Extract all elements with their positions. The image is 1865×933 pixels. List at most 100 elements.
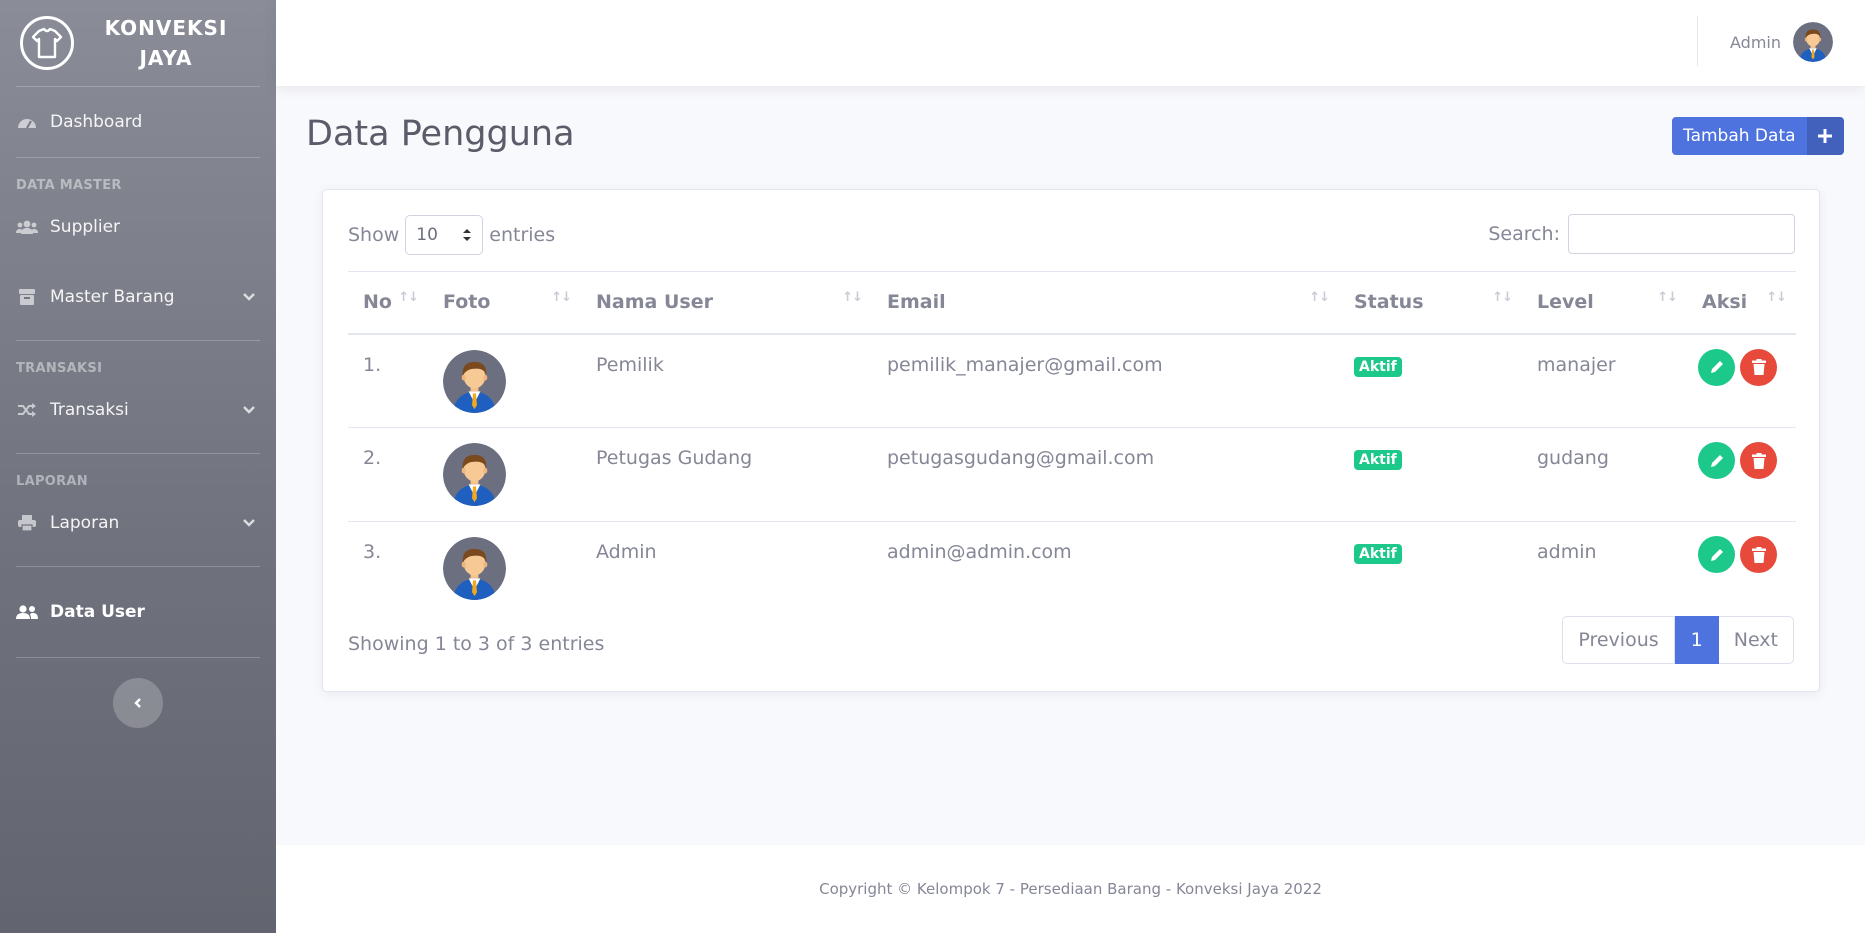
sidebar-item-master-barang[interactable]: Master Barang bbox=[0, 254, 276, 340]
table-row: 3. Admin admin@admin.com Aktif admin bbox=[348, 522, 1796, 616]
sidebar-item-label: Dashboard bbox=[50, 112, 143, 132]
pagination: Previous 1 Next bbox=[1562, 616, 1794, 664]
delete-button[interactable] bbox=[1740, 536, 1777, 573]
print-icon bbox=[16, 514, 38, 532]
cell-name: Petugas Gudang bbox=[581, 427, 872, 522]
edit-button[interactable] bbox=[1698, 442, 1735, 479]
footer: Copyright © Kelompok 7 - Persediaan Bara… bbox=[276, 845, 1865, 933]
status-badge: Aktif bbox=[1354, 450, 1402, 470]
tshirt-logo-icon bbox=[20, 16, 74, 70]
next-page-button[interactable]: Next bbox=[1718, 616, 1794, 664]
sidebar-divider bbox=[16, 657, 260, 658]
sidebar-item-label: Laporan bbox=[50, 513, 120, 533]
page-length-select[interactable]: 10 bbox=[405, 215, 484, 255]
search-label: Search: bbox=[1488, 223, 1560, 245]
sidebar-item-supplier[interactable]: Supplier bbox=[0, 200, 276, 254]
trash-icon bbox=[1751, 452, 1766, 469]
page-button-1[interactable]: 1 bbox=[1674, 616, 1719, 664]
column-label: Aksi bbox=[1702, 291, 1748, 314]
page-title: Data Pengguna bbox=[306, 114, 575, 154]
column-header-status[interactable]: Status ↑↓ bbox=[1339, 271, 1522, 335]
data-table-card: Show 10 entries Search: No ↑↓ Foto ↑↓ Nama… bbox=[322, 189, 1820, 692]
sidebar-item-transaksi[interactable]: Transaksi bbox=[0, 383, 276, 437]
sort-icon: ↑↓ bbox=[398, 290, 419, 305]
column-label: No bbox=[363, 291, 392, 314]
add-data-button[interactable]: Tambah Data bbox=[1672, 117, 1844, 155]
pencil-icon bbox=[1710, 361, 1723, 373]
copyright-text: Copyright © Kelompok 7 - Persediaan Bara… bbox=[819, 880, 1322, 898]
avatar bbox=[443, 537, 506, 600]
cell-no: 1. bbox=[348, 333, 428, 428]
cell-email: admin@admin.com bbox=[887, 541, 1072, 563]
plus-icon bbox=[1806, 117, 1844, 155]
table-info: Showing 1 to 3 of 3 entries bbox=[348, 633, 605, 655]
cell-level: gudang bbox=[1522, 427, 1687, 522]
sidebar-heading-laporan: LAPORAN bbox=[16, 474, 88, 489]
entries-label: entries bbox=[489, 224, 556, 246]
cell-status: Aktif bbox=[1339, 427, 1522, 522]
sort-arrows-icon bbox=[463, 229, 472, 241]
trash-icon bbox=[1751, 359, 1766, 375]
table-header-row: No ↑↓ Foto ↑↓ Nama User ↑↓ Email ↑↓ Status ↑↓… bbox=[348, 271, 1796, 335]
users-table: No ↑↓ Foto ↑↓ Nama User ↑↓ Email ↑↓ Status ↑↓… bbox=[348, 271, 1796, 616]
sidebar-heading-transaksi: TRANSAKSI bbox=[16, 361, 103, 376]
sort-icon: ↑↓ bbox=[551, 290, 572, 305]
topbar: Admin bbox=[276, 0, 1865, 86]
chevron-down-icon bbox=[243, 293, 255, 301]
archive-icon bbox=[16, 288, 38, 306]
table-row: 1. Pemilik pemilik_manajer@gmail.com Akt… bbox=[348, 333, 1796, 428]
chevron-left-icon bbox=[134, 698, 141, 708]
topbar-divider bbox=[1697, 16, 1698, 66]
pencil-icon bbox=[1710, 548, 1723, 561]
column-header-foto[interactable]: Foto ↑↓ bbox=[428, 271, 581, 335]
sort-icon: ↑↓ bbox=[1492, 290, 1513, 305]
sidebar-item-data-user[interactable]: Data User bbox=[0, 567, 276, 657]
column-header-nama-user[interactable]: Nama User ↑↓ bbox=[581, 271, 872, 335]
show-label: Show bbox=[348, 224, 400, 246]
column-header-email[interactable]: Email ↑↓ bbox=[872, 271, 1339, 335]
user-dropdown[interactable]: Admin bbox=[1730, 22, 1833, 62]
sidebar-item-laporan[interactable]: Laporan bbox=[0, 496, 276, 550]
cell-aksi bbox=[1687, 333, 1796, 428]
column-header-aksi[interactable]: Aksi ↑↓ bbox=[1687, 271, 1796, 335]
sort-icon: ↑↓ bbox=[1309, 290, 1330, 305]
sidebar-item-label: Transaksi bbox=[50, 400, 129, 420]
brand[interactable]: KONVEKSI JAYA bbox=[0, 0, 276, 86]
sidebar: KONVEKSI JAYA Dashboard DATA MASTER Supp… bbox=[0, 0, 276, 933]
edit-button[interactable] bbox=[1698, 536, 1735, 573]
sidebar-heading-master: DATA MASTER bbox=[16, 178, 122, 193]
cell-status: Aktif bbox=[1339, 522, 1522, 616]
sidebar-toggle-button[interactable] bbox=[113, 678, 163, 728]
cell-foto bbox=[428, 522, 581, 616]
column-header-no[interactable]: No ↑↓ bbox=[348, 271, 428, 335]
previous-page-button[interactable]: Previous bbox=[1562, 616, 1675, 664]
pencil-icon bbox=[1710, 454, 1723, 467]
sidebar-item-dashboard[interactable]: Dashboard bbox=[0, 87, 276, 157]
avatar bbox=[1793, 22, 1833, 62]
cell-aksi bbox=[1687, 522, 1796, 616]
chevron-down-icon bbox=[243, 519, 255, 527]
delete-button[interactable] bbox=[1740, 442, 1777, 479]
column-label: Level bbox=[1537, 291, 1594, 314]
add-data-label: Tambah Data bbox=[1683, 126, 1796, 146]
status-badge: Aktif bbox=[1354, 356, 1402, 377]
column-label: Status bbox=[1354, 291, 1424, 314]
cell-no: 2. bbox=[348, 427, 428, 522]
sort-icon: ↑↓ bbox=[1657, 290, 1678, 305]
search-control: Search: bbox=[1488, 214, 1795, 254]
random-icon bbox=[16, 401, 38, 419]
cell-no: 3. bbox=[363, 541, 382, 563]
column-header-level[interactable]: Level ↑↓ bbox=[1522, 271, 1687, 335]
cell-email: petugasgudang@gmail.com bbox=[872, 427, 1339, 522]
sidebar-item-label: Supplier bbox=[50, 217, 121, 237]
edit-button[interactable] bbox=[1698, 348, 1735, 386]
users-icon bbox=[16, 603, 38, 621]
cell-level: admin bbox=[1537, 541, 1597, 563]
search-input[interactable] bbox=[1568, 214, 1795, 254]
chevron-down-icon bbox=[243, 406, 255, 414]
delete-button[interactable] bbox=[1740, 348, 1777, 386]
column-label: Email bbox=[887, 291, 946, 314]
sidebar-divider bbox=[16, 340, 260, 341]
sidebar-divider bbox=[16, 453, 260, 454]
tachometer-icon bbox=[16, 113, 38, 131]
